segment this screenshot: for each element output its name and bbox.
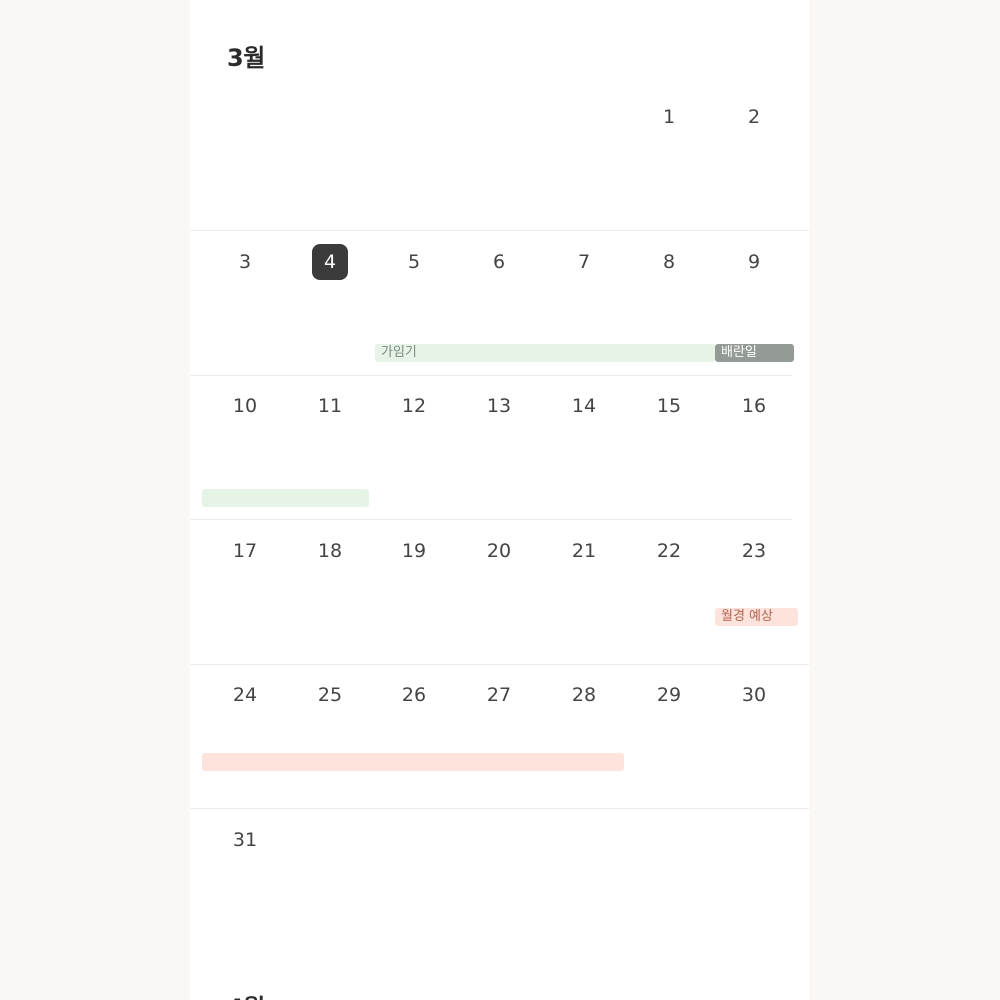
week-divider	[190, 230, 809, 231]
period-prediction-event-continued[interactable]	[202, 753, 624, 771]
day-cell[interactable]: 5	[394, 250, 434, 274]
day-cell[interactable]: 21	[564, 539, 604, 563]
day-cell[interactable]: 22	[649, 539, 689, 563]
day-cell[interactable]: 12	[394, 394, 434, 418]
day-cell[interactable]: 9	[734, 250, 774, 274]
day-cell[interactable]: 31	[225, 828, 265, 852]
day-cell[interactable]: 28	[564, 683, 604, 707]
week-divider	[190, 664, 809, 665]
month-title: 3월	[227, 44, 265, 72]
day-cell[interactable]: 7	[564, 250, 604, 274]
ovulation-day-event[interactable]: 배란일	[715, 344, 794, 362]
day-cell[interactable]: 1	[649, 105, 689, 129]
week-divider	[190, 519, 792, 520]
day-cell[interactable]: 10	[225, 394, 265, 418]
day-cell[interactable]: 27	[479, 683, 519, 707]
day-cell[interactable]: 6	[479, 250, 519, 274]
week-divider	[190, 808, 809, 809]
week-divider	[190, 375, 792, 376]
day-cell[interactable]: 11	[310, 394, 350, 418]
fertile-window-event-continued[interactable]	[202, 489, 369, 507]
day-cell[interactable]: 13	[479, 394, 519, 418]
day-cell[interactable]: 15	[649, 394, 689, 418]
fertile-window-event[interactable]: 가임기	[375, 344, 715, 362]
day-cell[interactable]: 2	[734, 105, 774, 129]
day-cell[interactable]: 29	[649, 683, 689, 707]
day-cell[interactable]: 25	[310, 683, 350, 707]
day-cell[interactable]: 14	[564, 394, 604, 418]
today-day-cell[interactable]: 4	[312, 244, 348, 280]
day-cell[interactable]: 8	[649, 250, 689, 274]
calendar-panel: 3월 1 2 3 4 5 6 7 8 9 가임기 배란일 10 11 12 13…	[190, 0, 809, 1000]
day-cell[interactable]: 24	[225, 683, 265, 707]
day-cell[interactable]: 30	[734, 683, 774, 707]
day-cell[interactable]: 23	[734, 539, 774, 563]
day-cell[interactable]: 19	[394, 539, 434, 563]
day-cell[interactable]: 16	[734, 394, 774, 418]
day-cell[interactable]: 3	[225, 250, 265, 274]
day-cell[interactable]: 18	[310, 539, 350, 563]
day-cell[interactable]: 17	[225, 539, 265, 563]
period-prediction-event[interactable]: 월경 예상	[715, 608, 798, 626]
day-cell[interactable]: 26	[394, 683, 434, 707]
next-month-title: 4월	[227, 988, 265, 1000]
day-cell[interactable]: 20	[479, 539, 519, 563]
